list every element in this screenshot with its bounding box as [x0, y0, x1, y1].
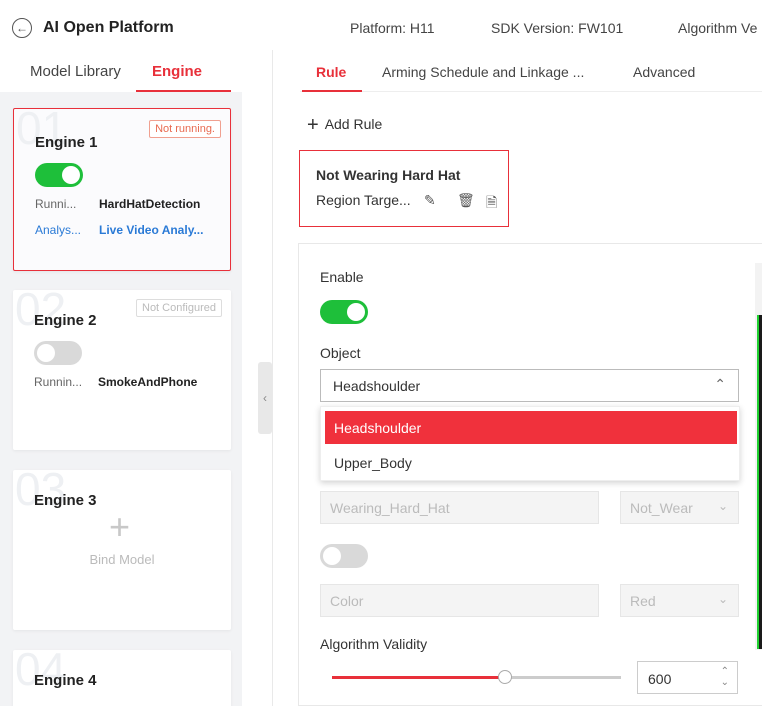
engine-name: Engine 1	[35, 134, 98, 151]
enable-label: Enable	[320, 269, 364, 285]
engine-toggle[interactable]	[35, 163, 83, 187]
chevron-up-icon: ⌃	[714, 376, 726, 392]
running-row: Runnin... SmokeAndPhone	[34, 375, 198, 389]
collapse-sidebar-icon[interactable]: ‹	[258, 362, 272, 434]
platform-info: Platform: H11	[350, 20, 435, 36]
tab-arming-schedule[interactable]: Arming Schedule and Linkage ...	[382, 64, 584, 80]
plus-icon: +	[307, 114, 319, 136]
tab-engine[interactable]: Engine	[152, 63, 202, 80]
active-tab-indicator	[136, 90, 231, 92]
engine-name: Engine 4	[34, 672, 97, 689]
color-select[interactable]: Red ⌄	[620, 584, 739, 617]
validity-label: Algorithm Validity	[320, 636, 428, 652]
add-rule-button[interactable]: + Add Rule	[307, 114, 382, 137]
enable-toggle[interactable]	[320, 300, 368, 324]
engine-name: Engine 2	[34, 312, 97, 329]
engine-name: Engine 3	[34, 492, 97, 509]
engine-card-2[interactable]: 02 Engine 2 Not Configured Runnin... Smok…	[13, 290, 231, 450]
rule-tabs: Rule Arming Schedule and Linkage ... Adv…	[300, 52, 762, 92]
decrement-icon[interactable]: ⌄	[721, 677, 729, 688]
delete-icon[interactable]: 🗑	[457, 192, 475, 209]
sdk-version: SDK Version: FW101	[491, 20, 624, 36]
running-row: Runni... HardHatDetection	[35, 197, 201, 211]
attribute-select[interactable]: Not_Wear ⌄	[620, 491, 739, 524]
chevron-down-icon: ⌄	[717, 592, 728, 606]
slider-fill	[332, 676, 506, 679]
edit-icon[interactable]: ✎	[424, 192, 436, 209]
engine-sidebar: Model Library Engine 01 Engine 1 Not run…	[0, 50, 242, 706]
left-tabs: Model Library Engine	[0, 50, 242, 92]
rule-title: Not Wearing Hard Hat	[316, 167, 461, 183]
object-label: Object	[320, 345, 361, 361]
tab-model-library[interactable]: Model Library	[30, 63, 121, 80]
validity-slider[interactable]	[332, 670, 621, 684]
back-icon[interactable]: ←	[12, 18, 32, 38]
dropdown-option[interactable]: Upper_Body	[325, 446, 737, 479]
active-tab-indicator	[302, 90, 362, 92]
status-badge: Not running.	[149, 120, 221, 138]
dropdown-option[interactable]: Headshoulder	[325, 411, 737, 444]
bind-model-label: Bind Model	[89, 552, 155, 567]
app-title: AI Open Platform	[43, 19, 174, 36]
tab-advanced[interactable]: Advanced	[633, 64, 695, 80]
chevron-down-icon: ⌄	[717, 499, 728, 513]
divider	[272, 50, 273, 706]
plus-icon: +	[109, 506, 131, 547]
engine-card-3[interactable]: 03 Engine 3 + Bind Model	[13, 470, 231, 630]
status-badge: Not Configured	[136, 299, 222, 317]
analysis-row: Analys... Live Video Analy...	[35, 223, 204, 237]
tab-rule[interactable]: Rule	[316, 64, 346, 80]
algorithm-version: Algorithm Ve	[678, 20, 758, 36]
object-select[interactable]: Headshoulder ⌃	[320, 369, 739, 402]
engine-toggle[interactable]	[34, 341, 82, 365]
increment-icon[interactable]: ⌃	[721, 666, 729, 677]
object-dropdown: Headshoulder Upper_Body	[320, 406, 740, 481]
validity-input[interactable]: 600 ⌃ ⌄	[637, 661, 738, 694]
engine-card-4[interactable]: 04 Engine 4	[13, 650, 231, 706]
color-toggle[interactable]	[320, 544, 368, 568]
rule-subtitle: Region Targe...	[316, 192, 411, 208]
video-preview	[755, 263, 762, 650]
preview-frame	[757, 315, 762, 649]
color-field[interactable]: Color	[320, 584, 599, 617]
attribute-field[interactable]: Wearing_Hard_Hat	[320, 491, 599, 524]
top-bar: ← AI Open Platform Platform: H11 SDK Ver…	[0, 0, 762, 50]
rule-card[interactable]: Not Wearing Hard Hat Region Targe... ✎ 🗑…	[299, 150, 509, 227]
engine-card-1[interactable]: 01 Engine 1 Not running. Runni... HardHat…	[13, 108, 231, 271]
copy-icon[interactable]: 🗎	[486, 192, 497, 216]
